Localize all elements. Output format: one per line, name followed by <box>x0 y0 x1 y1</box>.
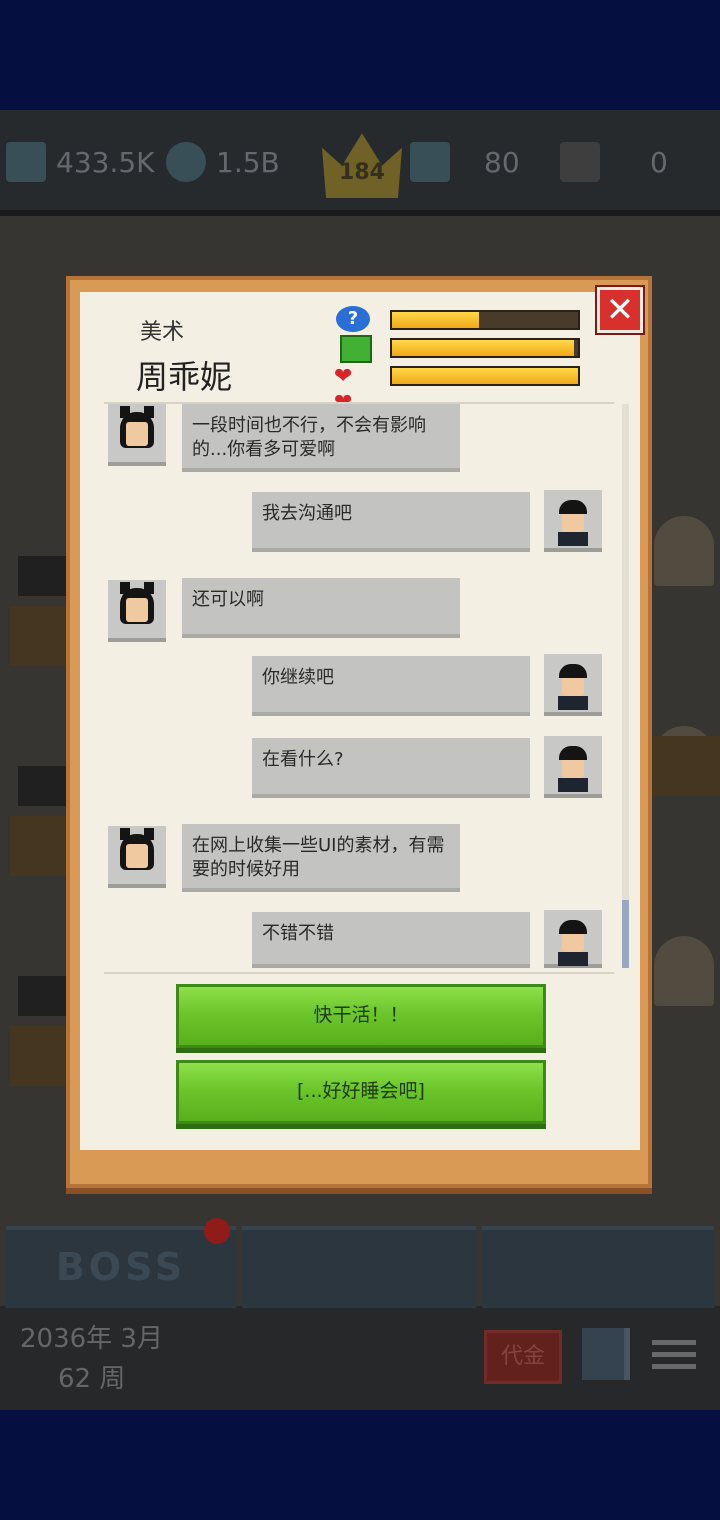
chat-scrollbar[interactable] <box>622 404 629 968</box>
employee-avatar <box>108 404 166 466</box>
player-avatar <box>544 490 602 552</box>
mood-bar <box>390 338 580 358</box>
chat-bubble-employee: 在网上收集一些UI的素材，有需要的时候好用 <box>182 824 460 892</box>
question-bubble-icon: ? <box>336 306 370 332</box>
chat-scroll-thumb[interactable] <box>622 900 629 968</box>
chat-bubble-player: 在看什么? <box>252 738 530 798</box>
skill-bar <box>390 310 580 330</box>
employee-avatar <box>108 580 166 642</box>
chat-bubble-player: 我去沟通吧 <box>252 492 530 552</box>
chat-bubble-player: 不错不错 <box>252 912 530 968</box>
chat-bubble-player: 你继续吧 <box>252 656 530 716</box>
player-avatar <box>544 910 602 968</box>
department-label: 美术 <box>140 320 185 345</box>
close-icon: ✕ <box>605 290 635 330</box>
employee-avatar <box>108 826 166 888</box>
work-harder-button[interactable]: 快干活！！ <box>176 984 546 1048</box>
skill-bar-fill <box>392 312 480 328</box>
employee-name: 周乖妮 <box>136 358 233 396</box>
player-avatar <box>544 736 602 798</box>
affection-bar-fill <box>392 368 578 384</box>
player-avatar <box>544 654 602 716</box>
affection-bar <box>390 366 580 386</box>
close-button[interactable]: ✕ <box>597 287 643 333</box>
smiley-face-icon <box>340 335 372 363</box>
mood-bar-fill <box>392 340 575 356</box>
hearts-icon: ❤❤ <box>334 364 353 415</box>
chat-bubble-employee: 一段时间也不行，不会有影响的...你看多可爱啊 <box>182 404 460 472</box>
chat-bubble-employee: 还可以啊 <box>182 578 460 638</box>
take-nap-button[interactable]: [...好好睡会吧] <box>176 1060 546 1124</box>
